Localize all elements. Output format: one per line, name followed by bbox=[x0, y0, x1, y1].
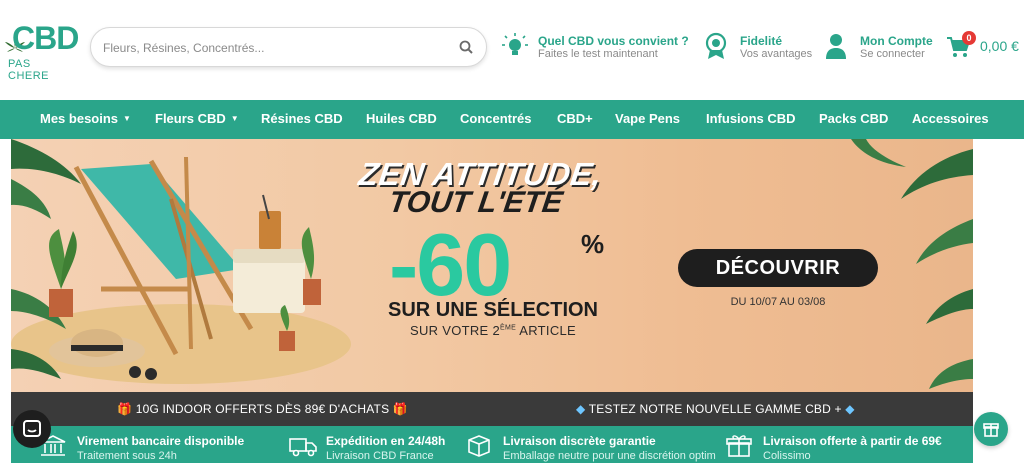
nav-item-label: Fleurs CBD bbox=[155, 111, 226, 126]
lightbulb-icon bbox=[502, 33, 528, 55]
main-navigation: Mes besoins ▼ Fleurs CBD ▼ Résines CBD Hui… bbox=[0, 100, 1024, 139]
search-bar bbox=[90, 27, 487, 67]
gift-icon: 🎁 bbox=[392, 402, 408, 416]
quiz-subtitle: Faites le test maintenant bbox=[538, 48, 658, 60]
gift-icon bbox=[983, 423, 999, 437]
banner-discount-unit: % bbox=[581, 229, 605, 259]
announcement-text: 10G INDOOR OFFERTS DÈS 89€ D'ACHATS bbox=[135, 402, 390, 416]
feature-discreet-delivery: Livraison discrète garantie Emballage ne… bbox=[465, 426, 725, 463]
logo-main-text: CBD bbox=[12, 20, 79, 56]
feature-subtitle: Livraison CBD France bbox=[326, 450, 434, 462]
feature-title: Virement bancaire disponible bbox=[77, 434, 245, 448]
feature-bank-transfer: Virement bancaire disponible Traitement … bbox=[39, 426, 269, 463]
feature-subtitle: Colissimo bbox=[763, 450, 811, 462]
banner-line2-prefix: SUR VOTRE 2 bbox=[409, 323, 500, 338]
user-icon bbox=[826, 34, 846, 59]
banner-offer-line2: SUR VOTRE 2ÈME ARTICLE bbox=[373, 323, 613, 338]
features-bar: Virement bancaire disponible Traitement … bbox=[11, 426, 973, 463]
cart-total: 0,00 € bbox=[980, 38, 1019, 54]
chat-widget-button[interactable] bbox=[13, 410, 51, 448]
nav-item-fleurs-cbd[interactable]: Fleurs CBD ▼ bbox=[155, 111, 239, 126]
medal-icon bbox=[705, 32, 727, 59]
diamond-icon: ◆ bbox=[845, 402, 855, 416]
banner-line2-suffix: ARTICLE bbox=[516, 323, 577, 338]
announcement-text: TESTEZ NOTRE NOUVELLE GAMME CBD + bbox=[588, 402, 842, 416]
account-link[interactable]: Mon Compte Se connecter bbox=[824, 32, 936, 64]
delivery-truck-icon bbox=[289, 438, 317, 457]
logo-sub-text: PAS CHERE bbox=[8, 58, 50, 82]
nav-item-vape-pens[interactable]: Vape Pens bbox=[615, 111, 680, 126]
nav-item-label: Mes besoins bbox=[40, 111, 119, 126]
banner-dates: DU 10/07 AU 03/08 bbox=[730, 296, 826, 308]
nav-item-infusions-cbd[interactable]: Infusions CBD bbox=[706, 111, 796, 126]
feature-title: Livraison offerte à partir de 69€ bbox=[763, 434, 942, 448]
account-subtitle: Se connecter bbox=[860, 48, 925, 60]
banner-line2-superscript: ÈME bbox=[499, 324, 517, 332]
nav-item-huiles-cbd[interactable]: Huiles CBD bbox=[366, 111, 437, 126]
site-header: CBD PAS CHERE Quel CBD vous convient ? F… bbox=[0, 0, 1024, 100]
chat-bubble-icon bbox=[23, 420, 41, 437]
nav-item-concentres[interactable]: Concentrés bbox=[460, 111, 532, 126]
feature-subtitle: Emballage neutre pour une discrétion opt… bbox=[503, 450, 716, 462]
feature-free-delivery: Livraison offerte à partir de 69€ Coliss… bbox=[725, 426, 973, 463]
nav-item-accessoires[interactable]: Accessoires bbox=[912, 111, 989, 126]
promo-banner[interactable]: ZEN ATTITUDE, TOUT L'ÉTÉ -60 % SUR UNE S… bbox=[11, 139, 973, 392]
nav-item-resines-cbd[interactable]: Résines CBD bbox=[261, 111, 343, 126]
loyalty-subtitle: Vos avantages bbox=[740, 48, 813, 60]
announcement-indoor-offer[interactable]: 🎁 10G INDOOR OFFERTS DÈS 89€ D'ACHATS 🎁 bbox=[117, 402, 408, 416]
loyalty-title: Fidelité bbox=[740, 34, 783, 48]
quiz-link[interactable]: Quel CBD vous convient ? Faites le test … bbox=[502, 32, 692, 64]
chevron-down-icon: ▼ bbox=[123, 114, 131, 123]
announcement-cbd-plus[interactable]: ◆ TESTEZ NOTRE NOUVELLE GAMME CBD + ◆ bbox=[576, 402, 855, 416]
nav-item-cbd-plus[interactable]: CBD+ bbox=[557, 111, 593, 126]
account-title: Mon Compte bbox=[860, 34, 933, 48]
nav-item-packs-cbd[interactable]: Packs CBD bbox=[819, 111, 888, 126]
gift-icon: 🎁 bbox=[117, 402, 133, 416]
cart-count-badge: 0 bbox=[962, 31, 976, 45]
feature-title: Livraison discrète garantie bbox=[503, 434, 656, 448]
site-logo[interactable]: CBD PAS CHERE bbox=[4, 20, 79, 82]
search-icon[interactable] bbox=[459, 40, 473, 54]
nav-item-mes-besoins[interactable]: Mes besoins ▼ bbox=[40, 111, 131, 126]
feature-shipping: Expédition en 24/48h Livraison CBD Franc… bbox=[288, 426, 478, 463]
loyalty-link[interactable]: Fidelité Vos avantages bbox=[704, 32, 814, 64]
feature-title: Expédition en 24/48h bbox=[326, 434, 446, 448]
banner-right-gutter bbox=[973, 139, 1024, 392]
diamond-icon: ◆ bbox=[576, 402, 586, 416]
announcement-bar: 🎁 10G INDOOR OFFERTS DÈS 89€ D'ACHATS 🎁 … bbox=[11, 392, 973, 426]
search-input[interactable] bbox=[103, 37, 443, 59]
cart-button[interactable]: 0 0,00 € bbox=[946, 31, 1022, 60]
package-icon bbox=[468, 435, 490, 457]
banner-offer-line1: SUR UNE SÉLECTION bbox=[387, 299, 599, 321]
gift-box-icon bbox=[726, 435, 752, 457]
discover-button[interactable]: DÉCOUVRIR bbox=[678, 249, 878, 287]
feature-subtitle: Traitement sous 24h bbox=[77, 450, 177, 462]
quiz-title: Quel CBD vous convient ? bbox=[538, 34, 689, 48]
rewards-fab-button[interactable] bbox=[974, 412, 1008, 446]
chevron-down-icon: ▼ bbox=[230, 114, 239, 123]
